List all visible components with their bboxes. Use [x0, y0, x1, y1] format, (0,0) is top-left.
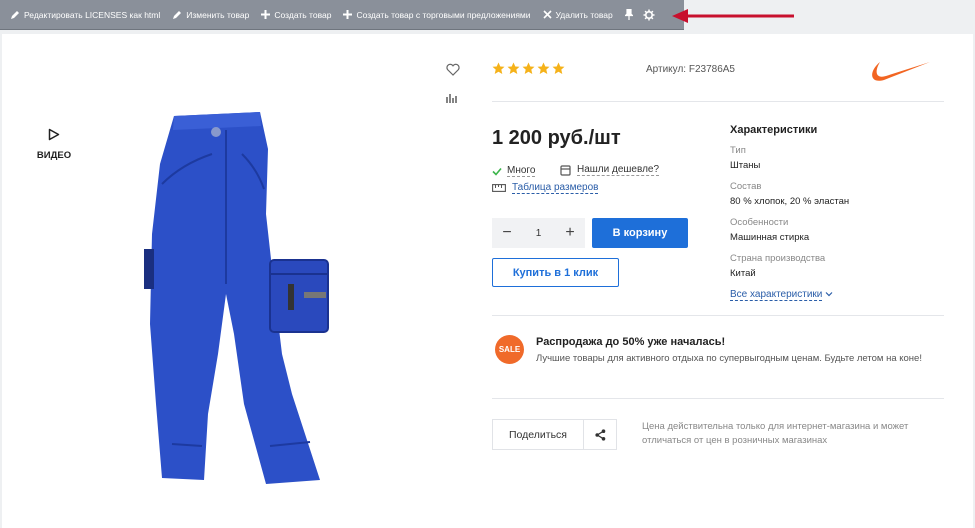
star-icon [522, 62, 535, 74]
delete-product-button[interactable]: Удалить товар [542, 9, 613, 20]
share-block: Поделиться [492, 419, 617, 450]
product-price: 1 200 руб./шт [492, 127, 621, 149]
chevron-down-icon [825, 292, 833, 297]
product-sku: Артикул: F23786A5 [646, 64, 735, 75]
char-value: 80 % хлопок, 20 % эластан [730, 196, 850, 207]
rating-stars [492, 62, 565, 75]
found-cheaper-link[interactable]: Нашли дешевле? [560, 164, 660, 176]
divider [492, 398, 944, 399]
pin-button[interactable] [624, 9, 633, 20]
star-icon [552, 62, 565, 74]
quantity-value[interactable]: 1 [536, 228, 542, 239]
create-product-button[interactable]: Создать товар [261, 10, 331, 20]
annotation-arrow [672, 9, 794, 23]
gear-icon [643, 9, 655, 20]
price-tag-icon [560, 164, 571, 176]
pin-icon [624, 9, 633, 20]
edit-licenses-button[interactable]: Редактировать LICENSES как html [10, 10, 160, 20]
create-product-offers-button[interactable]: Создать товар с торговыми предложениями [343, 9, 531, 20]
char-value: Машинная стирка [730, 232, 810, 243]
char-key: Состав [730, 181, 762, 192]
all-characteristics-label: Все характеристики [730, 289, 823, 301]
edit-product-button[interactable]: Изменить товар [172, 10, 249, 20]
video-label: ВИДЕО [36, 150, 72, 161]
star-icon [492, 62, 505, 74]
settings-button[interactable] [643, 9, 655, 21]
char-value: Штаны [730, 160, 761, 171]
all-characteristics-link[interactable]: Все характеристики [730, 289, 849, 301]
buy-one-click-button[interactable]: Купить в 1 клик [492, 258, 619, 287]
share-icon [594, 428, 605, 441]
product-image[interactable] [142, 104, 342, 484]
ruler-icon [492, 184, 506, 192]
create-product-label: Создать товар [274, 9, 332, 20]
size-table-link[interactable]: Таблица размеров [492, 182, 599, 194]
char-key: Особенности [730, 217, 789, 228]
heart-icon[interactable] [446, 63, 460, 76]
found-cheaper-label: Нашли дешевле? [577, 164, 660, 176]
char-key: Тип [730, 145, 746, 156]
delete-product-label: Удалить товар [555, 9, 613, 20]
char-key: Страна производства [730, 253, 826, 264]
plus-icon [343, 10, 353, 19]
product-card: ВИДЕО Артикул: F23786A5 1 200 руб./шт Мн… [2, 34, 973, 528]
promo-text: Лучшие товары для активного отдыха по су… [536, 353, 922, 364]
close-icon [542, 10, 552, 19]
video-button[interactable]: ВИДЕО [32, 128, 76, 161]
admin-toolbar: Редактировать LICENSES как html Изменить… [0, 0, 684, 30]
sale-badge: SALE [495, 335, 524, 364]
star-icon [537, 62, 550, 74]
characteristics-title: Характеристики [730, 124, 818, 136]
play-icon [48, 128, 60, 141]
price-note: Цена действительна только для интернет-м… [642, 421, 909, 446]
char-value: Китай [730, 268, 756, 279]
divider [492, 315, 944, 316]
quantity-stepper: − 1 + [492, 218, 585, 248]
stock-label: Много [507, 165, 536, 177]
share-button[interactable]: Поделиться [493, 420, 584, 449]
divider [492, 101, 944, 102]
size-table-label: Таблица размеров [512, 182, 599, 194]
brand-logo[interactable] [866, 58, 932, 84]
edit-licenses-label: Редактировать LICENSES как html [24, 9, 161, 20]
stock-status: Много [492, 165, 536, 177]
edit-product-label: Изменить товар [186, 9, 250, 20]
characteristics-panel: Характеристики Тип Штаны Состав 80 % хло… [730, 124, 850, 301]
create-product-offers-label: Создать товар с торговыми предложениями [356, 9, 531, 20]
pencil-icon [173, 10, 182, 19]
star-icon [507, 62, 520, 74]
decrement-button[interactable]: − [500, 225, 514, 241]
compare-icon[interactable] [446, 92, 458, 104]
plus-icon [261, 10, 271, 19]
share-icon-button[interactable] [584, 420, 616, 449]
check-icon [492, 167, 502, 176]
promo-title: Распродажа до 50% уже началась! [536, 336, 726, 348]
add-to-cart-button[interactable]: В корзину [592, 218, 688, 248]
increment-button[interactable]: + [563, 225, 577, 241]
pencil-icon [11, 10, 19, 19]
